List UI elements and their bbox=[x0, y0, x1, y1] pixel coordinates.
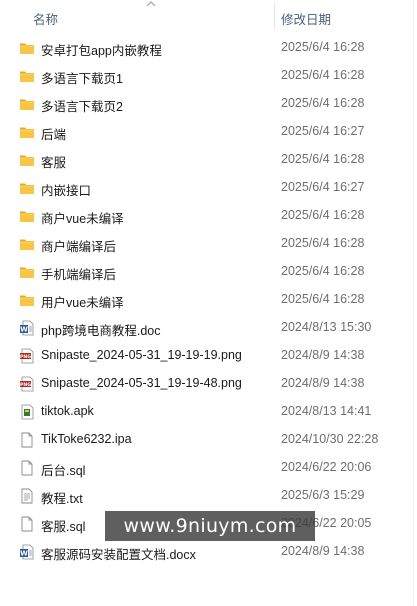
file-date-modified: 2025/6/3 15:29 bbox=[281, 488, 365, 502]
file-row[interactable]: W 客服源码安装配置文档.docx 2024/8/9 14:38 bbox=[0, 538, 417, 566]
file-row[interactable]: 教程.txt 2025/6/3 15:29 bbox=[0, 482, 417, 510]
folder-icon bbox=[19, 264, 35, 280]
blank-file-icon bbox=[19, 460, 35, 476]
file-date-modified: 2025/6/4 16:28 bbox=[281, 208, 365, 222]
column-header-date-modified[interactable]: 修改日期 bbox=[281, 9, 331, 28]
file-row[interactable]: tiktok.apk 2024/8/13 14:41 bbox=[0, 398, 417, 426]
word-doc-icon: W bbox=[19, 320, 35, 336]
file-date-modified: 2025/6/4 16:28 bbox=[281, 236, 365, 250]
sort-ascending-icon bbox=[146, 1, 156, 7]
text-file-icon bbox=[19, 488, 35, 504]
file-name: tiktok.apk bbox=[41, 404, 94, 418]
file-row[interactable]: 后端 2025/6/4 16:27 bbox=[0, 118, 417, 146]
file-row[interactable]: TikToke6232.ipa 2024/10/30 22:28 bbox=[0, 426, 417, 454]
file-date-modified: 2024/8/13 15:30 bbox=[281, 320, 372, 334]
file-date-modified: 2024/8/9 14:38 bbox=[281, 348, 365, 362]
file-name: Snipaste_2024-05-31_19-19-19.png bbox=[41, 348, 242, 362]
file-row[interactable]: 客服 2025/6/4 16:28 bbox=[0, 146, 417, 174]
watermark-banner: www.9niuym.com bbox=[105, 511, 315, 541]
file-name: 客服.sql bbox=[41, 520, 86, 534]
file-date-modified: 2024/6/22 20:06 bbox=[281, 460, 372, 474]
file-name: 内嵌接口 bbox=[41, 184, 92, 198]
file-row[interactable]: PNG Snipaste_2024-05-31_19-19-19.png 2024/… bbox=[0, 342, 417, 370]
file-name: 教程.txt bbox=[41, 492, 83, 506]
png-image-icon: PNG bbox=[19, 376, 35, 392]
file-name: 客服 bbox=[41, 156, 67, 170]
svg-text:PNG: PNG bbox=[20, 354, 31, 360]
file-row[interactable]: 后台.sql 2024/6/22 20:06 bbox=[0, 454, 417, 482]
file-name: Snipaste_2024-05-31_19-19-48.png bbox=[41, 376, 242, 390]
file-name: 商户vue未编译 bbox=[41, 212, 124, 226]
file-list: 安卓打包app内嵌教程 2025/6/4 16:28 多语言下载页1 2025/6/4… bbox=[0, 34, 417, 566]
file-date-modified: 2025/6/4 16:28 bbox=[281, 152, 365, 166]
folder-icon bbox=[19, 208, 35, 224]
file-date-modified: 2024/8/13 14:41 bbox=[281, 404, 372, 418]
blank-file-icon bbox=[19, 516, 35, 532]
folder-icon bbox=[19, 96, 35, 112]
file-date-modified: 2025/6/4 16:28 bbox=[281, 40, 365, 54]
file-date-modified: 2025/6/4 16:28 bbox=[281, 264, 365, 278]
window-edge bbox=[413, 0, 414, 606]
column-header-bar: 名称 修改日期 bbox=[0, 0, 417, 33]
file-date-modified: 2025/6/4 16:27 bbox=[281, 124, 365, 138]
file-row[interactable]: 安卓打包app内嵌教程 2025/6/4 16:28 bbox=[0, 34, 417, 62]
file-date-modified: 2024/8/9 14:38 bbox=[281, 376, 365, 390]
file-name: 后端 bbox=[41, 128, 67, 142]
file-row[interactable]: 多语言下载页2 2025/6/4 16:28 bbox=[0, 90, 417, 118]
file-date-modified: 2025/6/4 16:27 bbox=[281, 180, 365, 194]
file-name: 客服源码安装配置文档.docx bbox=[41, 548, 196, 562]
file-name: 商户端编译后 bbox=[41, 240, 117, 254]
folder-icon bbox=[19, 236, 35, 252]
file-name: 后台.sql bbox=[41, 464, 86, 478]
file-row[interactable]: 手机端编译后 2025/6/4 16:28 bbox=[0, 258, 417, 286]
file-row[interactable]: PNG Snipaste_2024-05-31_19-19-48.png 2024/… bbox=[0, 370, 417, 398]
folder-icon bbox=[19, 68, 35, 84]
svg-text:W: W bbox=[20, 326, 28, 334]
file-name: 手机端编译后 bbox=[41, 268, 117, 282]
file-name: 用户vue未编译 bbox=[41, 296, 124, 310]
blank-file-icon bbox=[19, 432, 35, 448]
file-date-modified: 2024/10/30 22:28 bbox=[281, 432, 379, 446]
file-name: 安卓打包app内嵌教程 bbox=[41, 44, 162, 58]
word-doc-icon: W bbox=[19, 544, 35, 560]
file-name: 多语言下载页2 bbox=[41, 100, 123, 114]
column-header-name[interactable]: 名称 bbox=[33, 9, 58, 28]
svg-text:PNG: PNG bbox=[20, 382, 31, 388]
svg-text:W: W bbox=[20, 550, 28, 558]
file-row[interactable]: 多语言下载页1 2025/6/4 16:28 bbox=[0, 62, 417, 90]
folder-icon bbox=[19, 292, 35, 308]
file-name: php跨境电商教程.doc bbox=[41, 324, 161, 338]
file-name: 多语言下载页1 bbox=[41, 72, 123, 86]
file-date-modified: 2025/6/4 16:28 bbox=[281, 68, 365, 82]
folder-icon bbox=[19, 152, 35, 168]
folder-icon bbox=[19, 124, 35, 140]
png-image-icon: PNG bbox=[19, 348, 35, 364]
apk-package-icon bbox=[19, 404, 35, 420]
column-divider[interactable] bbox=[274, 2, 275, 30]
folder-icon bbox=[19, 40, 35, 56]
file-date-modified: 2025/6/4 16:28 bbox=[281, 292, 365, 306]
file-name: TikToke6232.ipa bbox=[41, 432, 132, 446]
file-row[interactable]: 用户vue未编译 2025/6/4 16:28 bbox=[0, 286, 417, 314]
file-row[interactable]: 商户vue未编译 2025/6/4 16:28 bbox=[0, 202, 417, 230]
file-row[interactable]: Wphp跨境电商教程.doc 2024/8/13 15:30 bbox=[0, 314, 417, 342]
folder-icon bbox=[19, 180, 35, 196]
file-date-modified: 2025/6/4 16:28 bbox=[281, 96, 365, 110]
file-row[interactable]: 内嵌接口 2025/6/4 16:27 bbox=[0, 174, 417, 202]
file-row[interactable]: 商户端编译后 2025/6/4 16:28 bbox=[0, 230, 417, 258]
file-date-modified: 2024/8/9 14:38 bbox=[281, 544, 365, 558]
